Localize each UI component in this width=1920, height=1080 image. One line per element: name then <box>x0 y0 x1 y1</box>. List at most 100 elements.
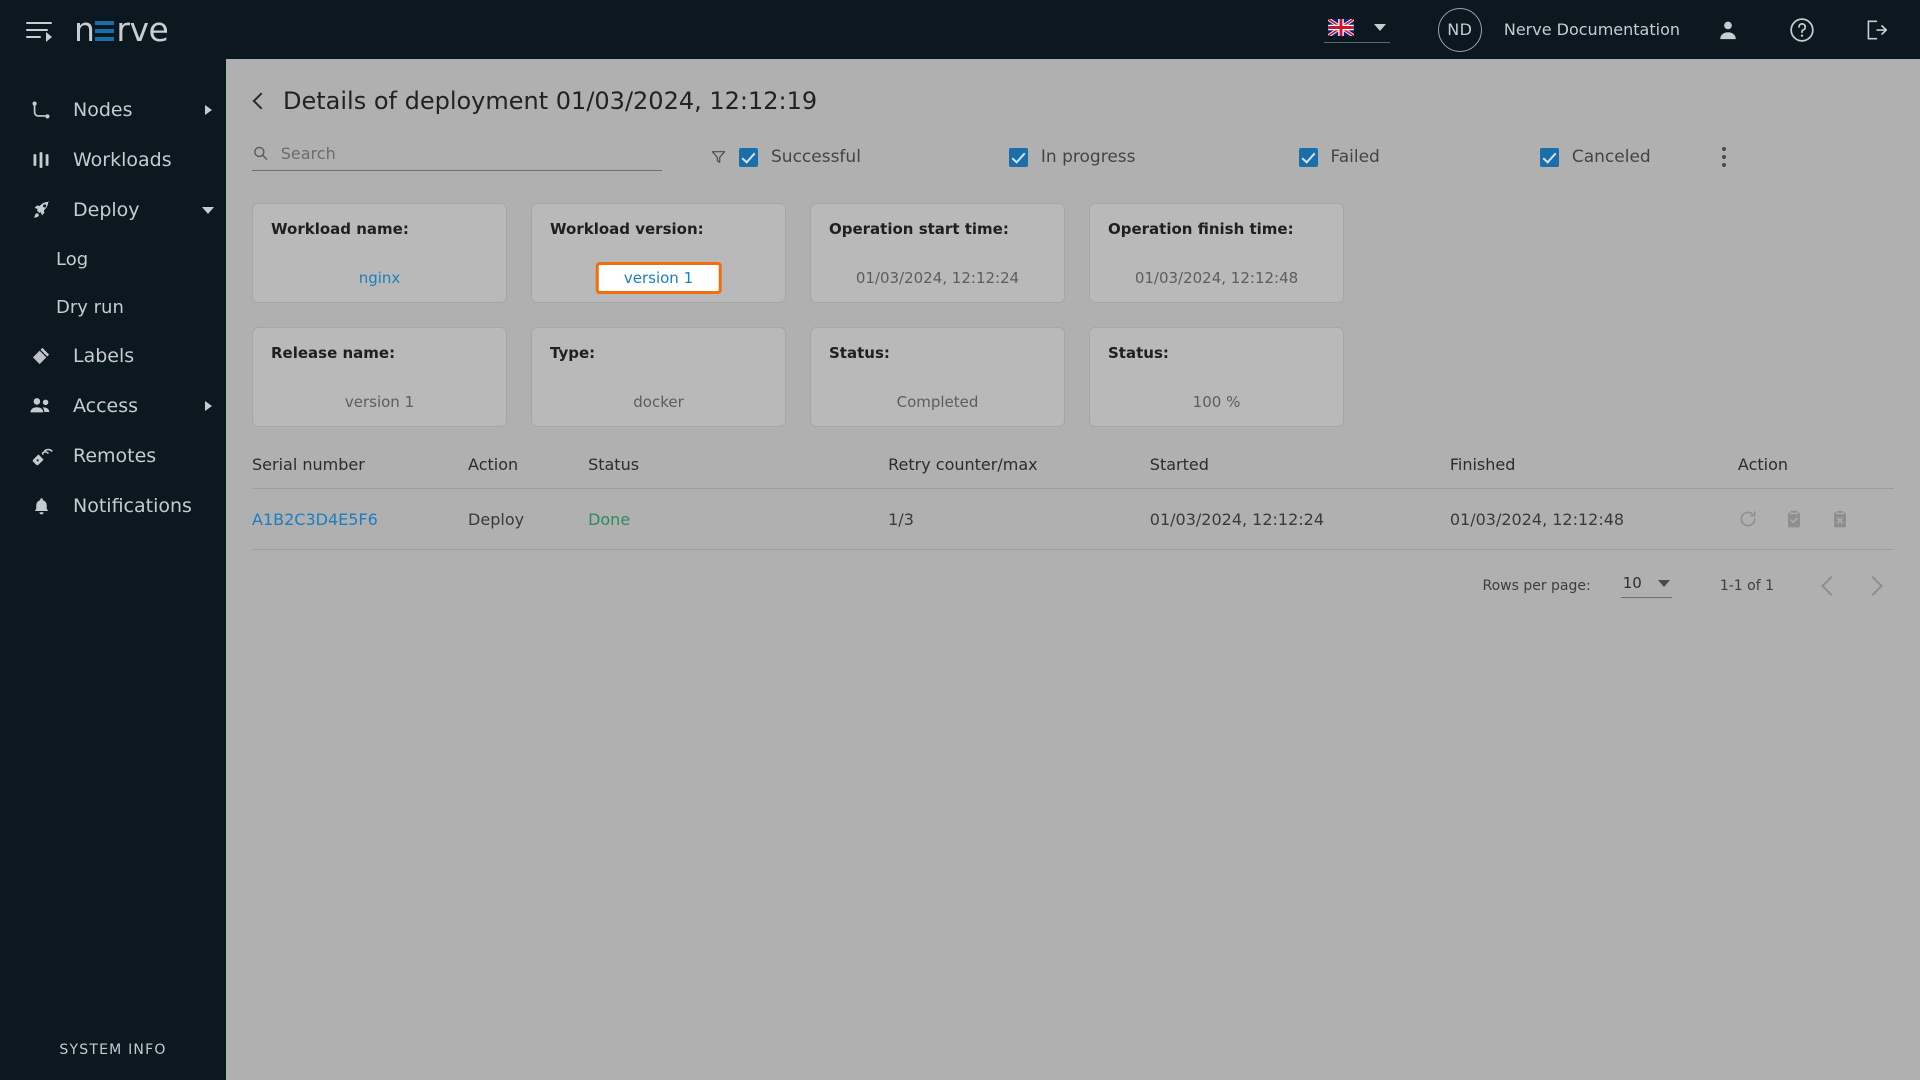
filter-canceled[interactable]: Canceled <box>1539 147 1651 167</box>
cell-retry-counter: 1/3 <box>888 488 1150 550</box>
rows-per-page-select[interactable]: 10 <box>1620 574 1672 598</box>
pagination: Rows per page: 10 1-1 of 1 <box>226 550 1920 598</box>
org-name: Nerve Documentation <box>1503 20 1680 39</box>
page-title: Details of deployment 01/03/2024, 12:12:… <box>283 87 818 115</box>
card-value: docker <box>633 393 684 411</box>
main-content: Details of deployment 01/03/2024, 12:12:… <box>226 59 1920 1080</box>
clipboard-cancel-icon[interactable] <box>1830 509 1850 529</box>
chevron-down-icon <box>1373 23 1386 31</box>
filter-failed[interactable]: Failed <box>1298 147 1380 167</box>
bell-icon <box>26 493 56 519</box>
avatar-initials: ND <box>1447 20 1473 39</box>
chevron-left-icon[interactable] <box>1821 576 1841 596</box>
retry-icon[interactable] <box>1738 509 1758 529</box>
cell-status: Done <box>588 488 889 550</box>
user-icon[interactable] <box>1714 16 1742 44</box>
card-label: Release name: <box>271 344 396 362</box>
card-value: 01/03/2024, 12:12:24 <box>855 269 1020 287</box>
workloads-icon <box>26 147 56 173</box>
checkbox-canceled[interactable] <box>1539 147 1559 167</box>
rows-per-page-label: Rows per page: <box>1482 578 1591 594</box>
card-label: Type: <box>550 344 596 362</box>
top-bar: n rve ND Nerve Documentation <box>0 0 1920 59</box>
avatar[interactable]: ND <box>1437 7 1482 52</box>
column-header-started[interactable]: Started <box>1149 455 1450 489</box>
deployment-table: Serial number Action Status Retry counte… <box>226 427 1920 550</box>
filter-label: In progress <box>1040 147 1136 167</box>
info-card-grid: Workload name: nginx Workload version: v… <box>0 173 1920 427</box>
sidebar-item-label: Remotes <box>73 445 157 467</box>
card-workload-version: Workload version: version 1 <box>531 203 786 303</box>
column-header-serial-number[interactable]: Serial number <box>252 455 469 489</box>
card-value: Completed <box>896 393 979 411</box>
checkbox-successful[interactable] <box>739 147 758 167</box>
card-label: Workload name: <box>271 220 409 238</box>
logo-equals-icon <box>95 19 115 41</box>
chevron-down-icon <box>1657 579 1670 587</box>
sidebar-item-nodes[interactable]: Nodes <box>0 85 226 135</box>
card-value-highlighted[interactable]: version 1 <box>595 262 722 294</box>
search-field[interactable] <box>252 143 662 171</box>
column-header-retry-counter[interactable]: Retry counter/max <box>888 455 1150 489</box>
page-header: Details of deployment 01/03/2024, 12:12:… <box>226 59 1920 115</box>
card-operation-finish-time: Operation finish time: 01/03/2024, 12:12… <box>1089 203 1344 303</box>
column-header-finished[interactable]: Finished <box>1449 455 1738 489</box>
card-value: 01/03/2024, 12:12:48 <box>1134 269 1299 287</box>
remotes-icon <box>26 443 56 469</box>
more-vertical-icon[interactable] <box>1713 144 1735 170</box>
filter-label: Canceled <box>1571 147 1651 167</box>
cell-row-actions <box>1737 488 1894 550</box>
column-header-row-action: Action <box>1737 455 1894 489</box>
filter-label: Failed <box>1330 147 1380 167</box>
filter-in-progress[interactable]: In progress <box>1008 147 1136 167</box>
cell-started: 01/03/2024, 12:12:24 <box>1149 488 1450 550</box>
card-status: Status: Completed <box>810 327 1065 427</box>
card-status-percent: Status: 100 % <box>1089 327 1344 427</box>
pagination-range: 1-1 of 1 <box>1719 578 1774 594</box>
help-icon[interactable] <box>1788 16 1816 44</box>
card-label: Workload version: <box>550 220 704 238</box>
column-header-action[interactable]: Action <box>468 455 589 489</box>
back-icon[interactable] <box>252 92 270 110</box>
card-label: Status: <box>1108 344 1169 362</box>
card-operation-start-time: Operation start time: 01/03/2024, 12:12:… <box>810 203 1065 303</box>
card-label: Status: <box>829 344 890 362</box>
column-header-status[interactable]: Status <box>588 455 889 489</box>
table-header-row: Serial number Action Status Retry counte… <box>252 455 1894 489</box>
logout-icon[interactable] <box>1862 16 1890 44</box>
hamburger-menu-icon[interactable] <box>26 19 52 42</box>
nodes-icon <box>26 97 56 123</box>
filter-successful[interactable]: Successful <box>710 147 861 167</box>
table-row: A1B2C3D4E5F6 Deploy Done 1/3 01/03/2024,… <box>252 488 1894 550</box>
card-workload-name: Workload name: nginx <box>252 203 507 303</box>
rows-per-page-value: 10 <box>1622 574 1642 592</box>
card-value: 100 % <box>1192 393 1241 411</box>
chevron-right-icon <box>205 105 212 115</box>
card-value[interactable]: nginx <box>253 269 506 287</box>
cell-action: Deploy <box>468 488 589 550</box>
top-bar-right: ND Nerve Documentation <box>1323 0 1920 59</box>
sidebar-item-notifications[interactable]: Notifications <box>0 481 226 531</box>
chevron-right-icon[interactable] <box>1863 576 1883 596</box>
sidebar-item-label: Workloads <box>73 149 172 171</box>
cell-finished: 01/03/2024, 12:12:48 <box>1449 488 1738 550</box>
filter-bar: Successful In progress Failed Canceled <box>226 115 1920 173</box>
filter-funnel-icon[interactable] <box>710 148 727 166</box>
nerve-logo[interactable]: n rve <box>74 10 169 49</box>
card-value: version 1 <box>344 393 415 411</box>
sidebar-item-label: Notifications <box>73 495 192 517</box>
card-label: Operation finish time: <box>1108 220 1294 238</box>
system-info-link[interactable]: SYSTEM INFO <box>0 1042 226 1058</box>
checkbox-failed[interactable] <box>1298 147 1318 167</box>
card-type: Type: docker <box>531 327 786 427</box>
cell-serial-number[interactable]: A1B2C3D4E5F6 <box>252 488 469 550</box>
filter-label: Successful <box>771 147 861 167</box>
checkbox-in-progress[interactable] <box>1008 147 1028 167</box>
uk-flag-icon <box>1328 19 1354 36</box>
sidebar-item-remotes[interactable]: Remotes <box>0 431 226 481</box>
card-release-name: Release name: version 1 <box>252 327 507 427</box>
search-input[interactable] <box>280 143 662 163</box>
language-selector[interactable] <box>1323 17 1390 43</box>
clipboard-check-icon[interactable] <box>1784 509 1804 529</box>
search-icon <box>254 146 268 160</box>
